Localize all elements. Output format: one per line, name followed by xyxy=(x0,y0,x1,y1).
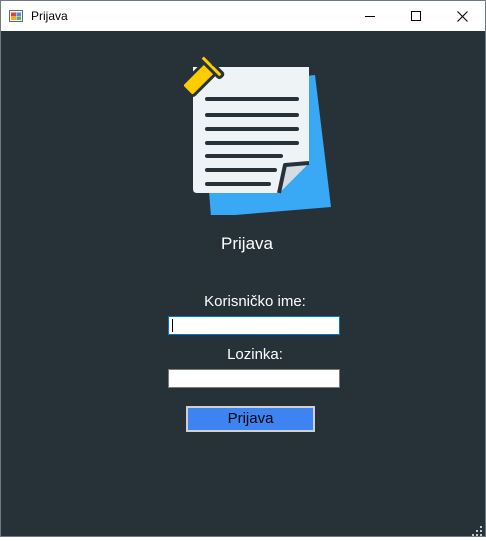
username-label: Korisničko ime: xyxy=(204,293,306,310)
page-title: Prijava xyxy=(221,234,273,253)
login-panel: Prijava Korisničko ime: Lozinka: Prijava xyxy=(1,31,485,536)
username-field[interactable] xyxy=(168,316,340,335)
close-icon xyxy=(456,10,468,22)
resize-grip-icon[interactable] xyxy=(472,523,482,536)
minimize-icon xyxy=(365,16,375,17)
password-label: Lozinka: xyxy=(227,346,283,363)
password-field[interactable] xyxy=(168,369,340,388)
maximize-button[interactable] xyxy=(393,1,439,31)
close-button[interactable] xyxy=(439,1,485,31)
maximize-icon xyxy=(411,11,421,21)
minimize-button[interactable] xyxy=(347,1,393,31)
title-bar[interactable]: Prijava xyxy=(1,1,485,31)
pinned-note-icon xyxy=(177,50,337,217)
login-button[interactable]: Prijava xyxy=(186,406,315,432)
window-app-icon xyxy=(9,9,23,23)
text-caret xyxy=(172,319,173,332)
login-window: Prijava Prijava Korisničko ime: Lozinka:… xyxy=(0,0,486,537)
window-title: Prijava xyxy=(31,9,68,23)
